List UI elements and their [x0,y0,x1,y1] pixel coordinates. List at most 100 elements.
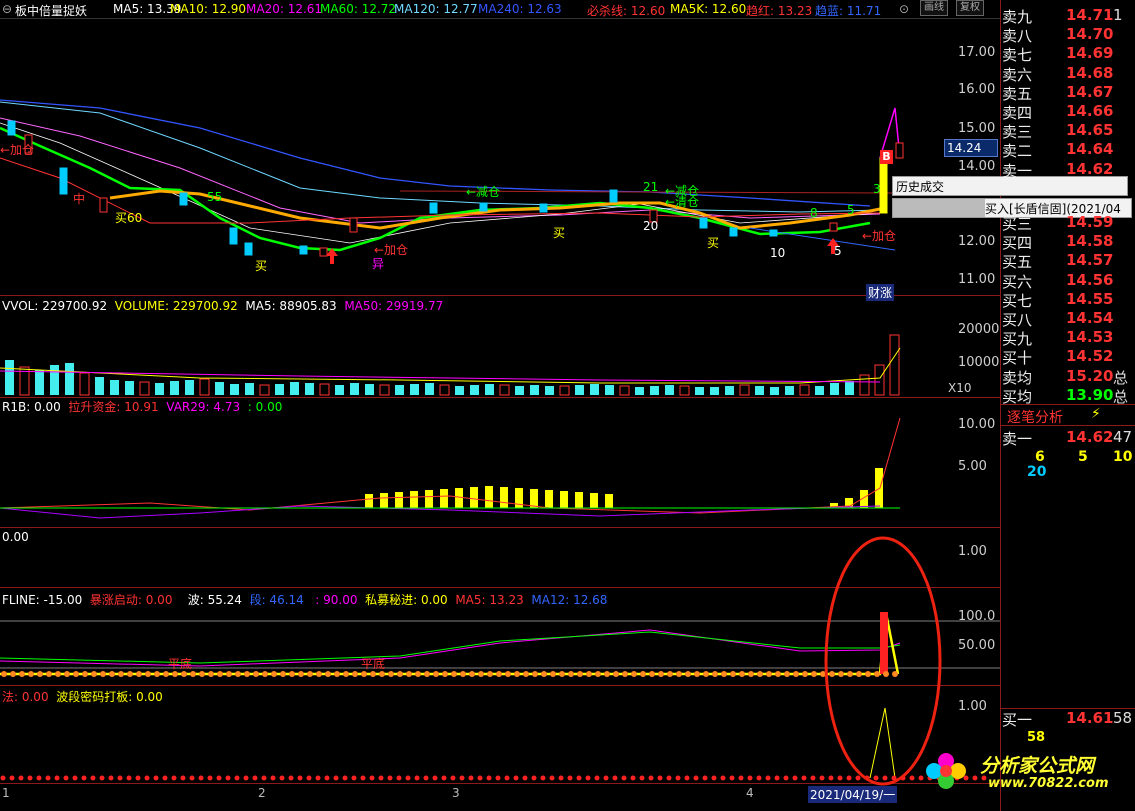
bottom-dot [720,775,726,781]
n5-label: 5 [847,203,855,217]
sell-row[interactable]: 卖一 14.62 [1001,160,1135,180]
buy-row[interactable]: 买三 14.59 [1001,213,1135,233]
buy-row[interactable]: 买七 14.55 [1001,290,1135,310]
jiancang-signal: ←减仓 [466,185,501,199]
volume-bar [305,383,314,395]
fline-dot [271,671,277,677]
bottom-dot [864,775,870,781]
buy-row[interactable]: 买六 14.56 [1001,271,1135,291]
bottom-dot [585,775,591,781]
bottom-dot [261,775,267,781]
bottom-dot [747,775,753,781]
fline-dot [217,671,223,677]
fline-dot [226,671,232,677]
qingcang-signal: ←清仓 [665,195,700,209]
volume-bar [439,384,450,396]
fline-dot [289,671,295,677]
buy-row[interactable]: 买九 14.53 [1001,328,1135,348]
candle [244,242,253,256]
bottom-dot [603,775,609,781]
volume-bar [874,364,885,396]
level-label: 卖一 [1002,161,1033,180]
buy-row[interactable]: 买四 14.58 [1001,232,1135,252]
indicator-header: ⊖ 板中倍量捉妖 MA5: 13.39 MA10: 12.90 MA20: 12… [0,0,1000,19]
fline-label: FLINE: -15.00 [2,593,83,607]
buy-row[interactable]: 买五 14.57 [1001,251,1135,271]
avg-row: 卖均 15.20 总 [1001,367,1135,387]
level-price: 14.71 [1066,6,1114,24]
sell-row[interactable]: 卖九 14.71 1 [1001,6,1135,26]
fline-dot [208,671,214,677]
collapse-icon[interactable]: ⊖ [2,2,12,16]
fline-dot [334,671,340,677]
r1b-bar [410,491,418,508]
bottom-dot [9,775,15,781]
price-tick: 15.00 [958,121,996,136]
r1b-bar [500,487,508,508]
r1b-bar [365,494,373,508]
volume-bar [50,365,59,395]
bottom-dot [675,775,681,781]
level-price: 14.58 [1066,232,1114,251]
fline-dot [586,671,592,677]
toolbar-tab-1[interactable]: 画线 [920,0,948,16]
fline-dot [109,671,115,677]
bottom-dot [108,775,114,781]
level-label: 卖九 [1002,8,1033,26]
tick-analysis-tab[interactable]: 逐笔分析 [1007,407,1063,427]
bottom-dot [567,775,573,781]
level-price: 14.68 [1066,63,1114,82]
bottom-labels: 法: 0.00 波段密码打板: 0.00 [2,688,163,705]
fline-dot [775,671,781,677]
bottom-dot [702,775,708,781]
sell-row[interactable]: 卖八 14.70 [1001,25,1135,45]
lightning-icon[interactable]: ⚡ [1091,406,1101,422]
fline-dot [253,671,259,677]
n5-label: 5 [834,244,842,258]
ma10-label: MA10: 12.90 [170,2,247,16]
sell-row[interactable]: 卖二 14.64 [1001,140,1135,160]
fline-dot [694,671,700,677]
sell-row[interactable]: 卖五 14.67 [1001,83,1135,103]
fline-dot [460,671,466,677]
fline-dot [82,671,88,677]
x-tick: 1 [2,786,10,800]
sell-row[interactable]: 卖六 14.68 [1001,63,1135,84]
bo-label: 波: 55.24 [187,593,242,607]
candle [7,120,16,136]
level-price: 14.59 [1066,213,1114,231]
sell-row[interactable]: 卖七 14.69 [1001,44,1135,64]
watermark-title: 分析家公式网 [980,755,1095,777]
buy-row[interactable]: 买十 14.52 [1001,347,1135,367]
level-label: 买七 [1002,291,1033,310]
bottom-dot [270,775,276,781]
jiacang-signal: ←加仓 [862,229,897,243]
indicator-title[interactable]: 板中倍量捉妖 [15,2,87,18]
volume-bar [199,378,210,396]
fline-dot [613,671,619,677]
r1b-bar [590,493,598,508]
fline-dot [721,671,727,677]
level-label: 买三 [1002,215,1033,233]
n20-label: 20 [643,219,659,233]
settings-icon[interactable]: ⊙ [899,2,909,16]
bottom-dot [819,775,825,781]
toolbar-tab-2[interactable]: 复权 [956,0,984,16]
volume-bar [79,372,90,396]
bottom-dot [279,775,285,781]
avg-suffix: 总 [1113,369,1129,387]
fline-dot [640,671,646,677]
fline-dot [658,671,664,677]
r1b-bar [485,486,493,508]
fline-dot [235,671,241,677]
bottom-dot [297,775,303,781]
logo-flower-icon [926,753,966,789]
volume-bar [95,377,104,395]
fline-dot [73,671,79,677]
buy-row[interactable]: 买八 14.54 [1001,309,1135,329]
volume-bar [590,384,599,395]
volume-bar [695,387,704,395]
sell-row[interactable]: 卖四 14.66 [1001,102,1135,122]
r1b-label: R1B: 0.00 [2,400,61,414]
sell-row[interactable]: 卖三 14.65 [1001,121,1135,141]
